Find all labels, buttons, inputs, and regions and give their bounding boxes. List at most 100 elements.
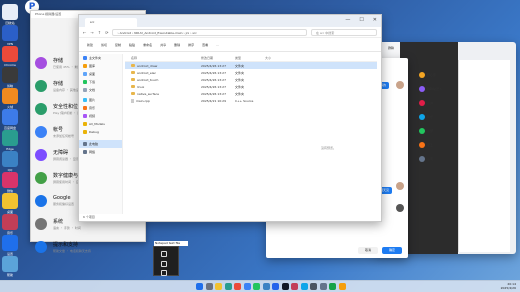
taskbar-android-icon[interactable] bbox=[329, 283, 336, 290]
taskbar-wechat-icon[interactable] bbox=[253, 283, 260, 290]
file-row[interactable]: native_surface 2025/4/26 13:27 文件夹 bbox=[125, 90, 377, 97]
column-name[interactable]: 名称 bbox=[125, 56, 201, 60]
file-name: main.cpp bbox=[136, 98, 150, 103]
taskbar-vscode-icon[interactable] bbox=[272, 283, 279, 290]
nav-item[interactable]: Debug bbox=[79, 128, 122, 136]
settings-item-text: 帐号 未添加任何帐号 bbox=[53, 126, 74, 138]
file-type: 文件夹 bbox=[235, 70, 245, 75]
settings-item-text: Google 服务和偏好设置 bbox=[53, 195, 74, 206]
back-icon[interactable]: ← bbox=[83, 30, 86, 35]
toolbar-button[interactable]: 粘贴 bbox=[129, 43, 135, 47]
contact-avatar[interactable] bbox=[419, 142, 425, 148]
file-row[interactable]: main.cpp 2025/4/21 10:29 C++ Source bbox=[125, 97, 377, 104]
desktop-icon[interactable]: 百度网盘 bbox=[2, 109, 18, 130]
contact-name: 小许 bbox=[427, 101, 434, 105]
nav-item[interactable]: 主文件夹 bbox=[79, 54, 122, 62]
file-name: android_touch bbox=[137, 77, 159, 82]
taskbar-notepad-icon[interactable] bbox=[310, 283, 317, 290]
file-row[interactable]: android_draw 2025/4/26 13:27 文件夹 bbox=[125, 62, 377, 69]
toolbar-button[interactable]: 新建 bbox=[87, 43, 93, 47]
file-explorer-window: src — ☐ ✕ ← → ↑ ⟳ › Android › NKUU_Andro… bbox=[78, 14, 382, 222]
explorer-tab[interactable]: src bbox=[85, 18, 137, 27]
settings-item[interactable]: 提示和支持 帮助文章 ・ 电话和聊天支持 bbox=[35, 235, 145, 258]
file-row[interactable]: android_elec 2025/4/26 13:27 文件夹 bbox=[125, 69, 377, 76]
toolbar-button[interactable]: 排序 bbox=[188, 43, 194, 47]
system-tray[interactable]: 20:14 2025/4/26 bbox=[501, 282, 516, 290]
nav-item[interactable]: 图库 bbox=[79, 62, 122, 70]
toolbar-button[interactable]: 共享 bbox=[160, 43, 166, 47]
nav-item[interactable]: 文档 bbox=[79, 86, 122, 94]
nav-item[interactable]: 下载 bbox=[79, 78, 122, 86]
contact-avatar[interactable] bbox=[419, 86, 425, 92]
column-date[interactable]: 修改日期 bbox=[201, 56, 235, 60]
toolbar-button[interactable]: 重命名 bbox=[143, 43, 152, 47]
contact-avatar[interactable] bbox=[419, 114, 425, 120]
toolbar-button[interactable]: 复制 bbox=[115, 43, 121, 47]
desktop-icon[interactable]: 设置 bbox=[2, 235, 18, 256]
column-type[interactable]: 类型 bbox=[235, 56, 265, 60]
up-icon[interactable]: ↑ bbox=[98, 30, 101, 35]
taskbar-settings-icon[interactable] bbox=[319, 283, 327, 290]
column-size[interactable]: 大小 bbox=[265, 56, 295, 60]
preview-empty-text: 没有预览。 bbox=[321, 146, 337, 150]
contact-avatar[interactable] bbox=[419, 156, 425, 162]
notepad-file-icon[interactable] bbox=[161, 261, 167, 267]
taskbar-start-icon[interactable] bbox=[196, 283, 203, 290]
forward-icon[interactable]: → bbox=[90, 30, 93, 35]
nav-item[interactable]: All_Models bbox=[79, 120, 122, 128]
taskbar-search-icon[interactable] bbox=[205, 283, 213, 290]
taskbar-terminal-icon[interactable] bbox=[281, 283, 289, 290]
taskbar-music-icon[interactable] bbox=[291, 283, 298, 290]
toolbar-button[interactable]: 剪切 bbox=[101, 43, 107, 47]
desktop-icon[interactable]: VPN bbox=[2, 25, 18, 46]
toolbar-button[interactable]: 删除 bbox=[174, 43, 180, 47]
nav-item[interactable]: 桌面 bbox=[79, 70, 122, 78]
taskbar-photos-icon[interactable] bbox=[300, 283, 308, 290]
taskbar-mail-icon[interactable] bbox=[338, 283, 346, 290]
address-path[interactable]: › Android › NKUU_Android_Executable-main… bbox=[112, 28, 307, 36]
desktop-icon[interactable]: 桌面 bbox=[2, 193, 18, 214]
nav-item[interactable]: 网络 bbox=[79, 148, 122, 156]
contact-avatar[interactable] bbox=[419, 128, 425, 134]
refresh-icon[interactable]: ⟳ bbox=[105, 30, 108, 35]
minimize-icon[interactable]: — bbox=[345, 17, 350, 23]
settings-item-subtitle: 未添加任何帐号 bbox=[53, 133, 75, 138]
settings-item-icon bbox=[35, 79, 47, 92]
nav-item[interactable]: 音乐 bbox=[79, 104, 122, 112]
desktop-icon[interactable]: Edge bbox=[2, 130, 18, 151]
settings-item-subtitle: 屏幕阅读器 ・ 显示 bbox=[53, 156, 79, 161]
file-row[interactable]: android_touch 2025/4/26 13:27 文件夹 bbox=[125, 76, 377, 83]
settings-item-icon bbox=[35, 102, 47, 115]
nav-item[interactable]: 视频 bbox=[79, 112, 122, 120]
desktop-icon[interactable]: 剪映 bbox=[2, 67, 18, 88]
nav-item[interactable]: 图片 bbox=[79, 96, 122, 104]
desktop-icon[interactable]: 回收站 bbox=[2, 4, 18, 25]
taskbar-edge-icon[interactable] bbox=[224, 283, 232, 290]
toolbar-button[interactable]: 查看 bbox=[202, 43, 208, 47]
taskbar-chrome-icon[interactable] bbox=[234, 283, 241, 290]
taskbar-qq-icon[interactable] bbox=[262, 283, 270, 290]
file-row[interactable]: linux 2025/4/26 13:27 文件夹 bbox=[125, 83, 377, 90]
search-input[interactable]: 在 src 中搜索 bbox=[311, 28, 377, 36]
taskbar-store-icon[interactable] bbox=[243, 283, 251, 290]
cancel-button[interactable]: 取消 bbox=[358, 247, 378, 254]
contact-name: 小周 bbox=[427, 157, 434, 161]
desktop-icon[interactable]: 火绒 bbox=[2, 88, 18, 109]
notepad-file-icon[interactable] bbox=[161, 251, 167, 257]
desktop-icon[interactable]: 微信 bbox=[2, 172, 18, 193]
desktop-icon[interactable]: Chrome bbox=[2, 46, 18, 67]
nav-item[interactable]: 此电脑 bbox=[79, 140, 122, 148]
contact-avatar[interactable] bbox=[419, 72, 425, 78]
desktop-icon[interactable]: QQ bbox=[2, 151, 18, 172]
notepad-file-icon[interactable] bbox=[161, 270, 167, 276]
desktop-icon[interactable]: 帮助 bbox=[2, 256, 18, 277]
desktop-icon[interactable]: 音乐 bbox=[2, 214, 18, 235]
contact-avatar[interactable] bbox=[419, 100, 425, 106]
toolbar-button[interactable]: ··· bbox=[216, 43, 219, 47]
maximize-icon[interactable]: ☐ bbox=[359, 17, 363, 23]
ok-button[interactable]: 确定 bbox=[382, 247, 402, 254]
chat-avatar bbox=[396, 182, 404, 190]
close-icon[interactable]: ✕ bbox=[373, 17, 377, 23]
taskbar-files-icon[interactable] bbox=[215, 283, 222, 290]
contact-name: 阿乐 bbox=[427, 115, 434, 119]
